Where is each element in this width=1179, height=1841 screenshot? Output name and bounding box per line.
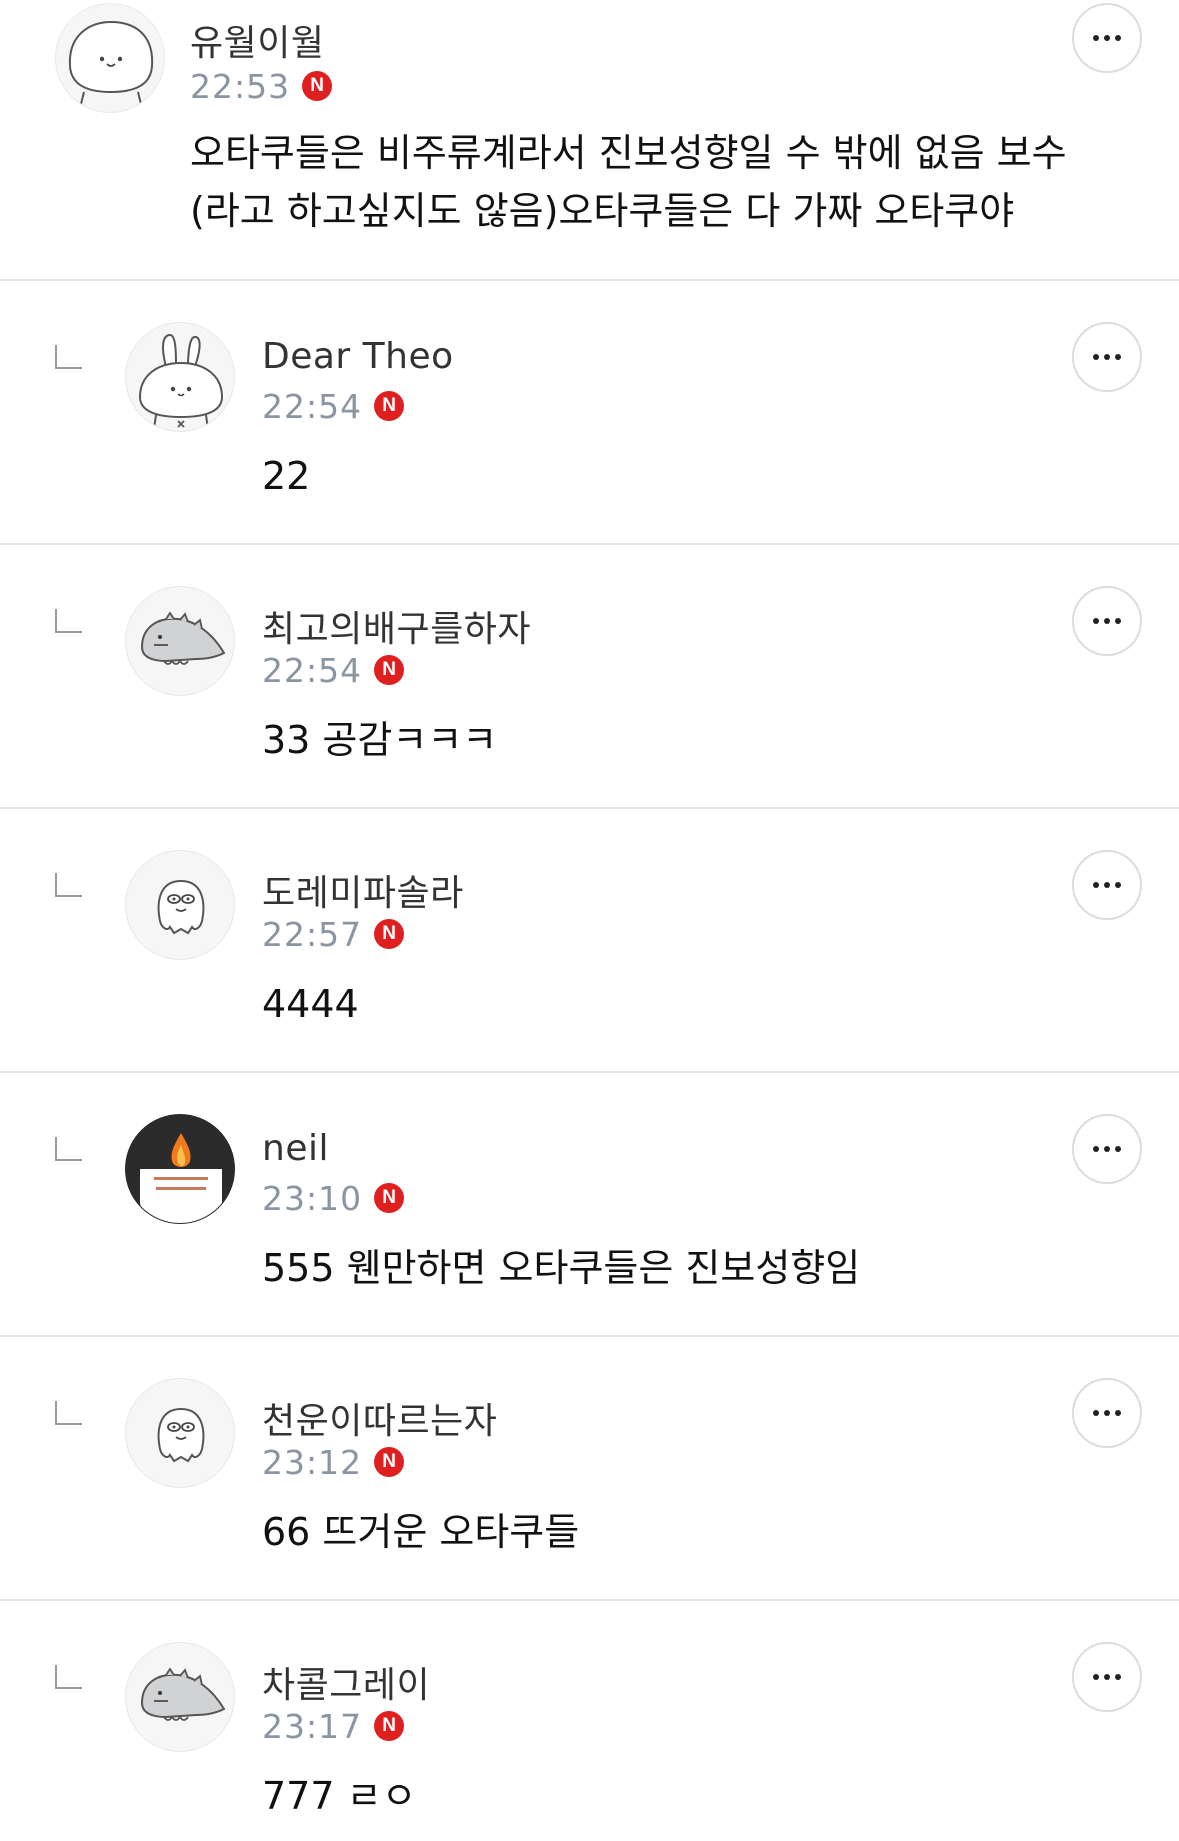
avatar[interactable] [125, 850, 235, 960]
more-icon [1093, 1410, 1121, 1416]
more-options-button[interactable] [1072, 586, 1142, 656]
comment-text: 777 ㄹㅇ [262, 1774, 417, 1818]
avatar[interactable] [125, 322, 235, 432]
comment-text: 555 웬만하면 오타쿠들은 진보성향임 [262, 1246, 861, 1290]
comment-text: 오타쿠들은 비주류계라서 진보성향일 수 밖에 없음 보수 (라고 하고싶지도 … [190, 131, 1067, 233]
dinosaur-icon [140, 611, 226, 665]
more-options-button[interactable] [1072, 3, 1142, 73]
new-badge: N [374, 391, 405, 421]
comment-text: 4444 [262, 982, 359, 1026]
comment-time: 22:57 [262, 914, 363, 954]
comment-meta: 23:10 N [262, 1178, 405, 1218]
more-icon [1093, 35, 1121, 41]
avatar[interactable] [125, 1114, 235, 1224]
comment-time: 23:17 [262, 1706, 363, 1746]
more-options-button[interactable] [1072, 322, 1142, 392]
new-badge: N [374, 1447, 405, 1477]
author-name[interactable]: 천운이따르는자 [262, 1392, 497, 1444]
reply-arrow-icon [55, 1665, 82, 1689]
comment-meta: 22:53 N [190, 66, 333, 106]
more-icon [1093, 618, 1121, 624]
reply-item: 천운이따르는자 23:12 N 66 뜨거운 오타쿠들 [0, 1337, 1179, 1599]
more-icon [1093, 1146, 1121, 1152]
comment-time: 22:54 [262, 650, 363, 690]
author-name[interactable]: 도레미파솔라 [262, 864, 464, 916]
reply-arrow-icon [55, 345, 82, 369]
more-options-button[interactable] [1072, 1642, 1142, 1712]
more-options-button[interactable] [1072, 850, 1142, 920]
comment-text: 66 뜨거운 오타쿠들 [262, 1510, 580, 1554]
reply-item: Dear Theo 22:54 N 22 [0, 281, 1179, 543]
author-name[interactable]: Dear Theo [262, 336, 454, 377]
comment-meta: 23:17 N [262, 1706, 405, 1746]
author-name[interactable]: 최고의배구를하자 [262, 600, 531, 652]
comment-time: 23:10 [262, 1178, 363, 1218]
author-name[interactable]: 유월이월 [190, 14, 324, 66]
round-face-icon [68, 20, 154, 105]
author-name[interactable]: 차콜그레이 [262, 1656, 430, 1708]
ghost-icon [157, 1407, 205, 1463]
new-badge: N [374, 919, 405, 949]
more-icon [1093, 354, 1121, 360]
new-badge: N [374, 655, 405, 685]
comment-meta: 22:57 N [262, 914, 405, 954]
reply-item: neil 23:10 N 555 웬만하면 오타쿠들은 진보성향임 [0, 1073, 1179, 1335]
comment-time: 22:53 [190, 66, 291, 106]
comment-time: 22:54 [262, 386, 363, 426]
reply-item: 차콜그레이 23:17 N 777 ㄹㅇ [0, 1601, 1179, 1841]
avatar[interactable] [55, 3, 165, 113]
new-badge: N [302, 71, 333, 101]
rabbit-icon [138, 333, 224, 430]
comment-item: 유월이월 22:53 N 오타쿠들은 비주류계라서 진보성향일 수 밖에 없음 … [0, 0, 1179, 280]
reply-arrow-icon [55, 873, 82, 897]
reply-arrow-icon [55, 1137, 82, 1161]
reply-arrow-icon [55, 609, 82, 633]
more-options-button[interactable] [1072, 1378, 1142, 1448]
author-name[interactable]: neil [262, 1128, 329, 1169]
reply-item: 최고의배구를하자 22:54 N 33 공감ㅋㅋㅋ [0, 545, 1179, 807]
candle-icon [140, 1133, 222, 1223]
new-badge: N [374, 1711, 405, 1741]
comment-meta: 22:54 N [262, 650, 405, 690]
dinosaur-icon [140, 1667, 226, 1721]
comment-text: 22 [262, 454, 311, 498]
comment-text: 33 공감ㅋㅋㅋ [262, 718, 498, 762]
comment-meta: 23:12 N [262, 1442, 405, 1482]
comment-meta: 22:54 N [262, 386, 405, 426]
reply-arrow-icon [55, 1401, 82, 1425]
more-icon [1093, 882, 1121, 888]
avatar[interactable] [125, 1642, 235, 1752]
avatar[interactable] [125, 586, 235, 696]
comment-time: 23:12 [262, 1442, 363, 1482]
new-badge: N [374, 1183, 405, 1213]
avatar[interactable] [125, 1378, 235, 1488]
reply-item: 도레미파솔라 22:57 N 4444 [0, 809, 1179, 1071]
more-options-button[interactable] [1072, 1114, 1142, 1184]
more-icon [1093, 1674, 1121, 1680]
ghost-icon [157, 879, 205, 935]
